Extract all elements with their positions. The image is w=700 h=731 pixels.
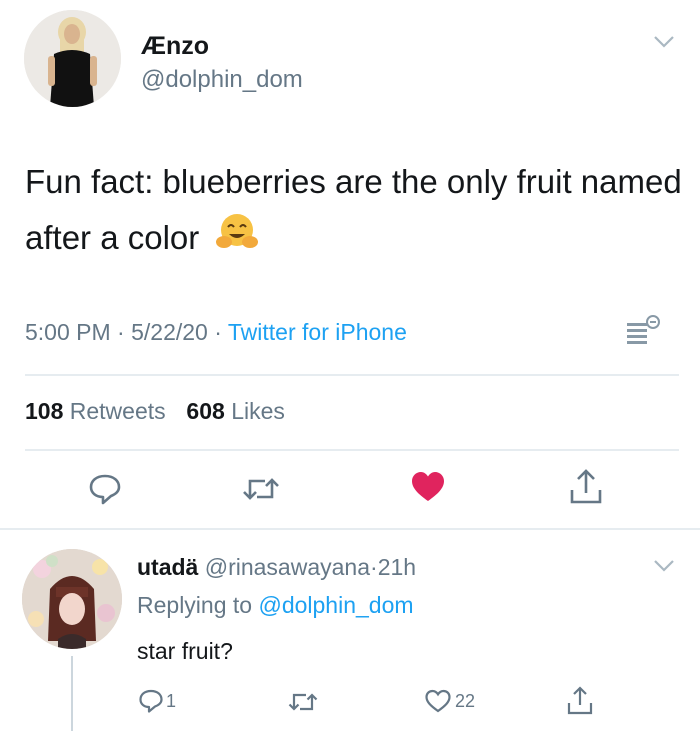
thread-line bbox=[71, 656, 73, 731]
author-display-name[interactable]: Ænzo bbox=[141, 32, 209, 61]
author-handle[interactable]: @dolphin_dom bbox=[141, 66, 303, 94]
tweet-meta: 5:00 PM · 5/22/20 · Twitter for iPhone bbox=[25, 319, 407, 346]
person-avatar-image bbox=[24, 10, 121, 107]
divider bbox=[0, 528, 700, 530]
analytics-icon[interactable] bbox=[617, 313, 663, 349]
retweet-icon[interactable] bbox=[241, 474, 281, 504]
retweet-icon[interactable] bbox=[287, 690, 319, 714]
meta-separator: · bbox=[370, 554, 378, 580]
reply-count: 1 bbox=[166, 690, 177, 711]
reply-icon bbox=[139, 689, 163, 713]
share-icon[interactable] bbox=[568, 466, 604, 506]
share-icon[interactable] bbox=[566, 684, 594, 716]
tweet-source-link[interactable]: Twitter for iPhone bbox=[228, 319, 407, 345]
likes-label: Likes bbox=[231, 398, 285, 424]
reply-like-count: 22 bbox=[455, 690, 476, 711]
replying-to-line: Replying to @dolphin_dom bbox=[137, 592, 414, 619]
reply-age[interactable]: 21h bbox=[378, 554, 416, 580]
reply-handle[interactable]: @rinasawayana bbox=[205, 554, 370, 580]
meta-separator: · bbox=[214, 319, 222, 345]
tweet-time: 5:00 PM bbox=[25, 319, 111, 345]
divider bbox=[25, 449, 679, 451]
tweet-body: Fun fact: blueberries are the only fruit… bbox=[25, 163, 682, 256]
replying-to-handle[interactable]: @dolphin_dom bbox=[258, 592, 413, 618]
engagement-stats: 108 Retweets 608 Likes bbox=[25, 398, 285, 425]
retweets-count: 108 bbox=[25, 398, 64, 424]
reply-icon[interactable] bbox=[88, 472, 122, 506]
chevron-down-icon[interactable] bbox=[652, 558, 676, 574]
reply-reply-button[interactable]: 1 bbox=[138, 688, 176, 714]
retweets-stat[interactable]: 108 Retweets bbox=[25, 398, 166, 424]
person-avatar-image bbox=[22, 549, 122, 649]
replying-to-prefix: Replying to bbox=[137, 592, 253, 618]
tweet-date[interactable]: 5/22/20 bbox=[131, 319, 208, 345]
reply-like-button[interactable]: 22 bbox=[424, 688, 475, 714]
chevron-down-icon[interactable] bbox=[652, 34, 676, 50]
divider bbox=[25, 374, 679, 376]
retweets-label: Retweets bbox=[69, 398, 166, 424]
meta-separator: · bbox=[117, 319, 125, 345]
reply-display-name[interactable]: utadä bbox=[137, 554, 198, 580]
reply-header: utadä @rinasawayana·21h bbox=[137, 554, 416, 581]
likes-count: 608 bbox=[186, 398, 225, 424]
author-avatar[interactable] bbox=[24, 10, 121, 107]
hugging-face-emoji-icon bbox=[214, 212, 260, 269]
heart-outline-icon bbox=[425, 689, 451, 713]
like-heart-icon[interactable] bbox=[410, 470, 446, 504]
likes-stat[interactable]: 608 Likes bbox=[186, 398, 284, 424]
tweet-text: Fun fact: blueberries are the only fruit… bbox=[25, 154, 685, 269]
reply-text: star fruit? bbox=[137, 638, 233, 664]
reply-author-avatar[interactable] bbox=[22, 549, 122, 649]
